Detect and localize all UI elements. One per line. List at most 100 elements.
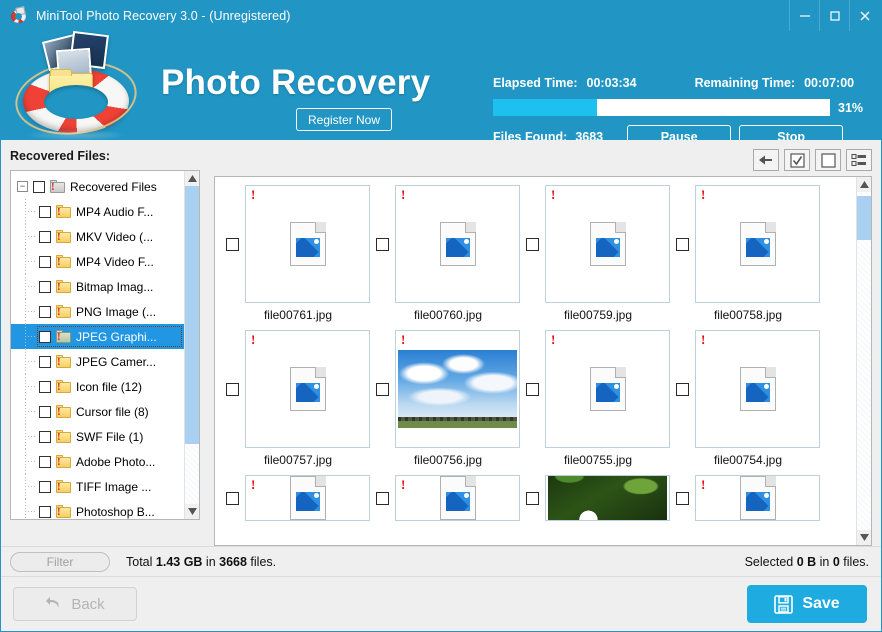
tree-checkbox[interactable] bbox=[39, 280, 51, 293]
file-checkbox[interactable] bbox=[526, 237, 539, 251]
file-cell[interactable]: ! file00760.jpg bbox=[373, 185, 523, 330]
file-cell[interactable]: ! file00757.jpg bbox=[223, 330, 373, 475]
floppy-disk-icon bbox=[774, 594, 794, 614]
tree-checkbox[interactable] bbox=[39, 480, 51, 493]
tree-checkbox[interactable] bbox=[39, 505, 51, 518]
tree-row[interactable]: ! Cursor file (8) bbox=[11, 399, 184, 424]
file-thumbnail[interactable]: ! bbox=[695, 475, 820, 521]
back-button[interactable]: Back bbox=[13, 587, 137, 621]
file-checkbox[interactable] bbox=[526, 382, 539, 396]
tree-row-root[interactable]: −! Recovered Files bbox=[11, 174, 184, 199]
file-cell[interactable]: ! bbox=[223, 475, 373, 545]
file-checkbox[interactable] bbox=[676, 382, 689, 396]
tree-checkbox[interactable] bbox=[39, 380, 51, 393]
file-checkbox[interactable] bbox=[226, 491, 239, 505]
close-icon[interactable] bbox=[849, 0, 879, 31]
folder-icon: ! bbox=[56, 480, 71, 493]
file-cell[interactable]: ! file00759.jpg bbox=[523, 185, 673, 330]
file-thumbnail[interactable]: ! bbox=[245, 185, 370, 303]
tree-row[interactable]: ! TIFF Image ... bbox=[11, 474, 184, 499]
tree-checkbox[interactable] bbox=[39, 205, 51, 218]
file-thumbnail[interactable]: ! bbox=[395, 185, 520, 303]
file-cell[interactable]: ! file00758.jpg bbox=[673, 185, 823, 330]
tree-checkbox[interactable] bbox=[39, 255, 51, 268]
file-checkbox[interactable] bbox=[376, 382, 389, 396]
file-thumbnail[interactable]: ! bbox=[545, 185, 670, 303]
back-button-label: Back bbox=[71, 595, 105, 613]
file-checkbox[interactable] bbox=[676, 237, 689, 251]
file-thumbnail[interactable]: ! bbox=[545, 330, 670, 448]
file-cell[interactable]: ! bbox=[373, 475, 523, 545]
tree-row[interactable]: ! MP4 Video F... bbox=[11, 249, 184, 274]
filter-button[interactable]: Filter bbox=[10, 551, 110, 572]
maximize-icon[interactable] bbox=[819, 0, 849, 31]
file-checkbox[interactable] bbox=[226, 237, 239, 251]
file-thumbnail[interactable]: ! bbox=[245, 330, 370, 448]
tree-checkbox[interactable] bbox=[39, 330, 51, 343]
tree-row[interactable]: ! MKV Video (... bbox=[11, 224, 184, 249]
file-thumbnail[interactable]: ! bbox=[545, 475, 670, 521]
tree-scrollbar[interactable] bbox=[184, 171, 199, 519]
tree-expander-icon[interactable]: − bbox=[17, 181, 28, 192]
tree-checkbox[interactable] bbox=[39, 430, 51, 443]
minimize-icon[interactable] bbox=[789, 0, 819, 31]
file-checkbox[interactable] bbox=[376, 491, 389, 505]
status-bar: Filter Total 1.43 GB in 3668 files. Sele… bbox=[1, 546, 881, 576]
file-checkbox[interactable] bbox=[526, 491, 539, 505]
file-cell[interactable]: ! file00754.jpg bbox=[673, 330, 823, 475]
tree-checkbox[interactable] bbox=[39, 455, 51, 468]
file-name-label: file00757.jpg bbox=[263, 453, 333, 467]
grid-toolbar bbox=[214, 149, 872, 171]
tree-checkbox[interactable] bbox=[39, 405, 51, 418]
file-cell[interactable]: ! bbox=[673, 475, 823, 545]
checked-box-icon[interactable] bbox=[784, 149, 810, 171]
pause-button[interactable]: Pause bbox=[627, 125, 732, 140]
file-type-tree[interactable]: −! Recovered Files! MP4 Audio F...! MKV Vid… bbox=[10, 170, 200, 520]
file-checkbox[interactable] bbox=[376, 237, 389, 251]
tree-guide-line bbox=[25, 361, 35, 362]
file-thumbnail-grid[interactable]: ! file00761.jpg! file00760.jpg! file00759.j… bbox=[214, 176, 872, 546]
file-thumbnail[interactable]: ! bbox=[395, 475, 520, 521]
tree-row-label: MP4 Audio F... bbox=[76, 204, 154, 219]
tree-scroll-track[interactable] bbox=[184, 186, 199, 504]
tree-scroll-down-icon[interactable] bbox=[184, 504, 199, 519]
file-cell[interactable]: ! file00761.jpg bbox=[223, 185, 373, 330]
tree-row[interactable]: ! JPEG Graphi... bbox=[11, 324, 184, 349]
grid-scroll-up-icon[interactable] bbox=[856, 177, 871, 192]
tree-checkbox[interactable] bbox=[39, 230, 51, 243]
total-prefix: Total bbox=[126, 554, 156, 569]
file-cell[interactable]: ! file00755.jpg bbox=[523, 330, 673, 475]
save-button[interactable]: Save bbox=[747, 585, 867, 623]
arrow-left-icon[interactable] bbox=[753, 149, 779, 171]
tree-checkbox[interactable] bbox=[33, 180, 45, 193]
file-checkbox[interactable] bbox=[226, 382, 239, 396]
file-thumbnail[interactable]: ! bbox=[395, 330, 520, 448]
file-cell[interactable]: ! file00756.jpg bbox=[373, 330, 523, 475]
tree-row[interactable]: ! Photoshop B... bbox=[11, 499, 184, 519]
register-now-button[interactable]: Register Now bbox=[296, 108, 393, 131]
grid-scrollbar[interactable] bbox=[856, 177, 871, 545]
tree-scroll-up-icon[interactable] bbox=[184, 171, 199, 186]
tree-row[interactable]: ! PNG Image (... bbox=[11, 299, 184, 324]
tree-row[interactable]: ! Adobe Photo... bbox=[11, 449, 184, 474]
empty-box-icon[interactable] bbox=[815, 149, 841, 171]
file-thumbnail[interactable]: ! bbox=[695, 185, 820, 303]
list-view-icon[interactable] bbox=[846, 149, 872, 171]
tree-row[interactable]: ! JPEG Camer... bbox=[11, 349, 184, 374]
grid-scroll-track[interactable] bbox=[856, 192, 871, 530]
file-thumbnail[interactable]: ! bbox=[245, 475, 370, 521]
tree-row-label: JPEG Camer... bbox=[76, 354, 157, 369]
stop-button[interactable]: Stop bbox=[739, 125, 844, 140]
image-file-icon bbox=[589, 222, 626, 266]
tree-row[interactable]: ! SWF File (1) bbox=[11, 424, 184, 449]
tree-row[interactable]: ! MP4 Audio F... bbox=[11, 199, 184, 224]
tree-row[interactable]: ! Bitmap Imag... bbox=[11, 274, 184, 299]
grid-scroll-down-icon[interactable] bbox=[856, 530, 871, 545]
file-checkbox[interactable] bbox=[676, 491, 689, 505]
tree-checkbox[interactable] bbox=[39, 355, 51, 368]
tree-row-label: PNG Image (... bbox=[76, 304, 157, 319]
file-thumbnail[interactable]: ! bbox=[695, 330, 820, 448]
tree-row[interactable]: ! Icon file (12) bbox=[11, 374, 184, 399]
file-cell[interactable]: ! bbox=[523, 475, 673, 545]
tree-checkbox[interactable] bbox=[39, 305, 51, 318]
